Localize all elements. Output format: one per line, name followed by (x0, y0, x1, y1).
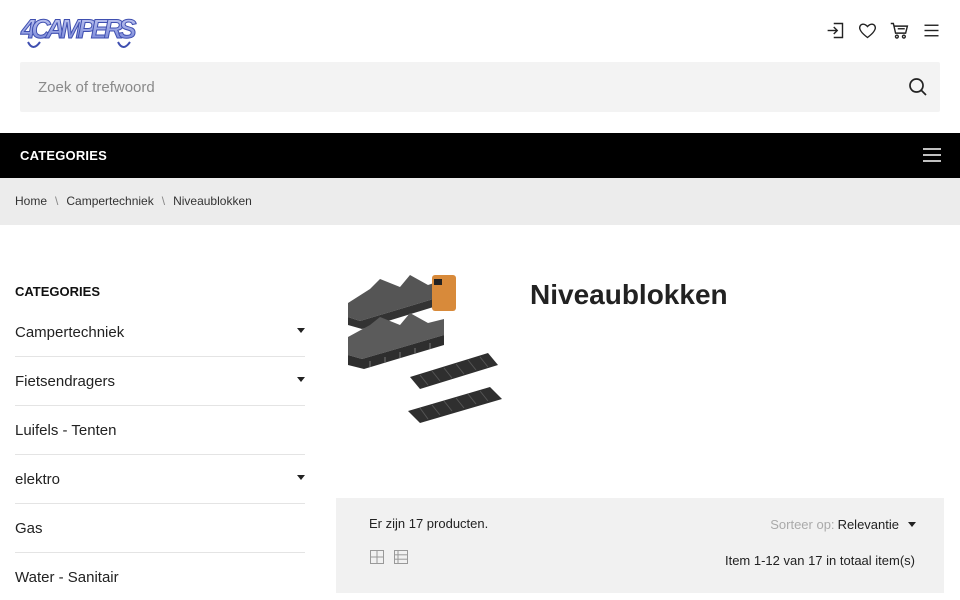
caret-down-icon[interactable] (297, 475, 305, 480)
site-logo[interactable]: 4CAMPERS (20, 4, 138, 56)
svg-text:4CAMPERS: 4CAMPERS (20, 14, 136, 44)
sidebar-item-elektro[interactable]: elektro (15, 455, 305, 504)
sidebar-item-label: Luifels - Tenten (15, 421, 117, 439)
sidebar-title: CATEGORIES (15, 284, 100, 299)
product-list-toolbar: Er zijn 17 producten. Sorteer op: Releva… (336, 498, 944, 593)
breadcrumb-separator: \ (161, 194, 166, 208)
sidebar-item-luifels-tenten[interactable]: Luifels - Tenten (15, 406, 305, 455)
search-bar (20, 62, 940, 112)
breadcrumb: Home \ Campertechniek \ Niveaublokken (0, 178, 960, 225)
hamburger-menu-icon[interactable] (920, 18, 942, 42)
caret-down-icon (908, 522, 916, 527)
breadcrumb-campertechniek[interactable]: Campertechniek (66, 194, 153, 208)
sidebar-category-list: Campertechniek Fietsendragers Luifels - … (15, 308, 305, 600)
list-view-icon[interactable] (393, 549, 409, 565)
page-title: Niveaublokken (530, 279, 728, 310)
login-icon[interactable] (824, 18, 846, 42)
sidebar-item-label: Fietsendragers (15, 372, 116, 390)
sort-label: Sorteer op: (770, 517, 835, 532)
sidebar-item-label: elektro (15, 470, 61, 488)
caret-down-icon[interactable] (297, 328, 305, 333)
breadcrumb-separator: \ (55, 194, 59, 208)
header-actions (824, 18, 942, 42)
header: 4CAMPERS (0, 0, 960, 60)
pagination-summary: Item 1-12 van 17 in totaal item(s) (724, 553, 915, 568)
grid-view-icon[interactable] (369, 549, 385, 565)
category-menu-icon[interactable] (923, 147, 941, 163)
sidebar-item-gas[interactable]: Gas (15, 504, 305, 553)
sidebar-item-campertechniek[interactable]: Campertechniek (15, 308, 305, 357)
category-image (340, 265, 510, 435)
sidebar-item-label: Water - Sanitair (15, 568, 119, 586)
search-icon[interactable] (906, 75, 930, 99)
category-menu-label: CATEGORIES (20, 148, 107, 163)
sidebar-item-fietsendragers[interactable]: Fietsendragers (15, 357, 305, 406)
view-switcher (369, 549, 409, 565)
cart-icon[interactable] (888, 18, 910, 42)
search-input[interactable] (20, 62, 890, 112)
breadcrumb-home[interactable]: Home (15, 194, 47, 208)
sort-dropdown[interactable]: Sorteer op: Relevantie (770, 517, 916, 532)
logo-graphic: 4CAMPERS (20, 14, 138, 48)
product-count: Er zijn 17 producten. (369, 516, 489, 531)
category-menu-bar[interactable]: CATEGORIES (0, 133, 960, 178)
sort-value: Relevantie (837, 517, 899, 532)
sidebar-item-label: Gas (15, 519, 43, 537)
sidebar-item-label: Campertechniek (15, 323, 125, 341)
breadcrumb-current: Niveaublokken (173, 194, 252, 208)
heart-icon[interactable] (856, 18, 878, 42)
caret-down-icon[interactable] (297, 377, 305, 382)
sidebar-item-water-sanitair[interactable]: Water - Sanitair (15, 553, 305, 600)
